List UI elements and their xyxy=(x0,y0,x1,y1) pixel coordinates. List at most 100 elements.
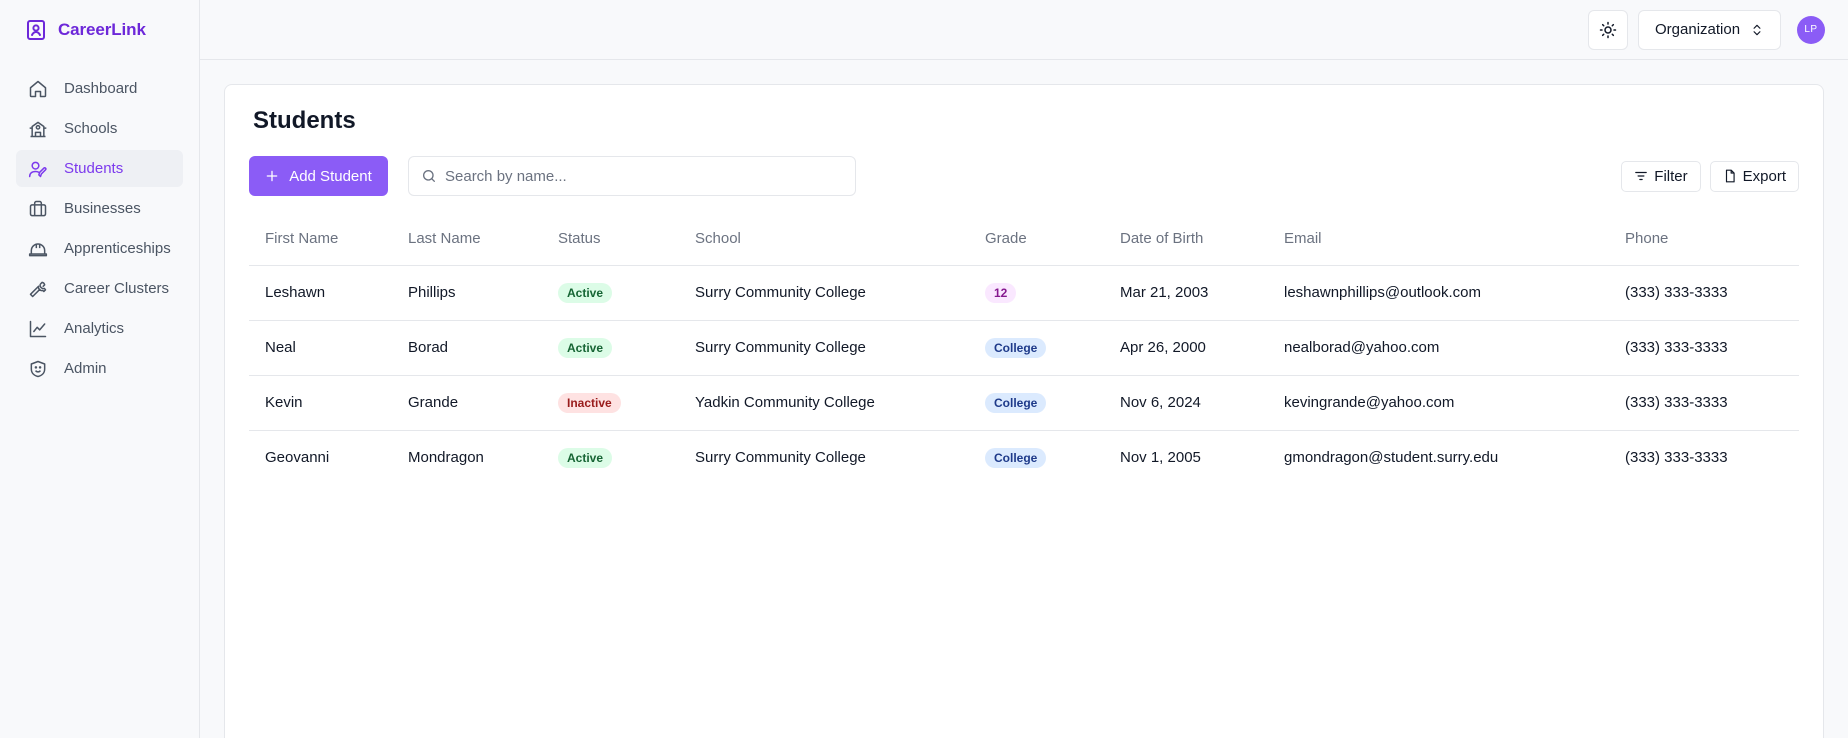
students-table: First Name Last Name Status School Grade… xyxy=(249,213,1799,485)
cell-last-name: Mondragon xyxy=(408,449,484,467)
sun-icon xyxy=(1599,21,1617,39)
column-header-first-name[interactable]: First Name xyxy=(249,213,392,266)
filter-button[interactable]: Filter xyxy=(1621,160,1701,192)
column-header-grade[interactable]: Grade xyxy=(969,213,1104,266)
briefcase-icon xyxy=(28,199,48,219)
column-header-date-of-birth[interactable]: Date of Birth xyxy=(1104,213,1268,266)
chart-line-icon xyxy=(28,319,48,339)
organization-selector[interactable]: Organization xyxy=(1638,9,1781,50)
sidebar: CareerLink Dashboard Schools Students Bu… xyxy=(0,0,200,738)
cell-dob: Apr 26, 2000 xyxy=(1104,320,1268,376)
cell-last-name: Borad xyxy=(392,320,542,376)
table-header-row: First Name Last Name Status School Grade… xyxy=(249,213,1799,266)
sidebar-item-career-clusters[interactable]: Career Clusters xyxy=(16,270,183,307)
column-header-phone[interactable]: Phone xyxy=(1609,213,1799,266)
sidebar-item-label: Admin xyxy=(64,360,107,377)
grade-badge: College xyxy=(985,447,1047,468)
status-badge: Active xyxy=(558,282,613,303)
table-row[interactable]: Geovanni Mondragon Active Surry Communit… xyxy=(249,430,1799,485)
status-badge: Inactive xyxy=(558,392,621,413)
cell-school: Surry Community College xyxy=(679,265,969,321)
file-icon xyxy=(1723,169,1737,183)
cell-last-name: Phillips xyxy=(392,265,542,321)
cell-first-name: Geovanni xyxy=(265,449,330,467)
table-row[interactable]: Kevin Grande Inactive Yadkin Community C… xyxy=(249,375,1799,431)
cell-dob: Nov 6, 2024 xyxy=(1104,375,1268,431)
export-button[interactable]: Export xyxy=(1709,160,1799,192)
cell-email: gmondragon@student.surry.edu xyxy=(1284,449,1499,467)
status-badge: Active xyxy=(558,447,613,468)
sidebar-item-students[interactable]: Students xyxy=(16,150,183,187)
content: Students Add Student Search by name... F… xyxy=(200,60,1848,738)
topbar: Organization LP xyxy=(200,0,1848,60)
export-label: Export xyxy=(1742,167,1786,185)
avatar[interactable]: LP xyxy=(1797,15,1825,44)
cell-first-name: Leshawn xyxy=(249,265,392,321)
cell-phone: (333) 333-3333 xyxy=(1609,265,1799,321)
sidebar-item-label: Analytics xyxy=(64,320,125,337)
cell-phone: (333) 333-3333 xyxy=(1609,375,1799,431)
table-row[interactable]: Leshawn Phillips Active Surry Community … xyxy=(249,265,1799,321)
student-icon xyxy=(28,159,48,179)
brand-name: CareerLink xyxy=(58,20,146,39)
column-header-email[interactable]: Email xyxy=(1268,213,1609,266)
grade-badge: College xyxy=(985,392,1047,413)
sidebar-item-label: Career Clusters xyxy=(64,280,170,297)
badge-icon xyxy=(26,19,46,41)
cell-school: Surry Community College xyxy=(679,320,969,376)
cell-first-name: Neal xyxy=(249,320,392,376)
hardhat-icon xyxy=(28,239,48,259)
sidebar-item-label: Students xyxy=(64,160,124,177)
sidebar-nav: Dashboard Schools Students Businesses Ap… xyxy=(0,60,199,387)
column-header-last-name[interactable]: Last Name xyxy=(392,213,542,266)
brand[interactable]: CareerLink xyxy=(0,0,199,60)
cell-dob: Nov 1, 2005 xyxy=(1120,449,1201,467)
toolbar: Add Student Filter xyxy=(249,155,1799,197)
sidebar-item-label: Apprenticeships xyxy=(64,240,171,257)
search-input[interactable] xyxy=(445,167,845,185)
add-student-label: Add Student xyxy=(289,167,372,185)
cell-dob: Mar 21, 2003 xyxy=(1104,265,1268,321)
plus-icon xyxy=(265,169,279,183)
status-badge: Active xyxy=(558,337,613,358)
sidebar-item-analytics[interactable]: Analytics xyxy=(16,310,183,347)
filter-label: Filter xyxy=(1654,167,1688,185)
sidebar-item-apprenticeships[interactable]: Apprenticeships xyxy=(16,230,183,267)
main: Organization LP Students Add Student Sea… xyxy=(200,0,1848,738)
page-title: Students xyxy=(253,107,356,134)
grade-badge: College xyxy=(985,337,1047,358)
cell-first-name: Kevin xyxy=(249,375,392,431)
app: CareerLink Dashboard Schools Students Bu… xyxy=(0,0,1848,738)
search-box xyxy=(408,156,856,196)
filter-icon xyxy=(1634,169,1648,183)
search-icon xyxy=(421,168,437,184)
organization-label: Organization xyxy=(1655,21,1741,38)
cell-last-name: Grande xyxy=(392,375,542,431)
cell-phone: (333) 333-3333 xyxy=(1609,320,1799,376)
home-icon xyxy=(28,79,48,99)
chevron-up-down-icon xyxy=(1750,23,1764,37)
cell-email: nealborad@yahoo.com xyxy=(1268,320,1609,376)
column-header-status[interactable]: Status xyxy=(542,213,679,266)
cell-school: Surry Community College xyxy=(695,449,866,467)
grade-badge: 12 xyxy=(985,282,1017,303)
sidebar-item-label: Dashboard xyxy=(64,80,138,97)
add-student-button[interactable]: Add Student xyxy=(249,156,388,196)
sidebar-item-admin[interactable]: Admin xyxy=(16,350,183,387)
school-icon xyxy=(28,119,48,139)
sidebar-item-dashboard[interactable]: Dashboard xyxy=(16,70,183,107)
wrench-icon xyxy=(28,279,48,299)
sidebar-item-schools[interactable]: Schools xyxy=(16,110,183,147)
cell-email: leshawnphillips@outlook.com xyxy=(1268,265,1609,321)
cell-phone: (333) 333-3333 xyxy=(1625,449,1728,467)
students-card: Students Add Student Search by name... F… xyxy=(224,84,1824,738)
table-row[interactable]: Neal Borad Active Surry Community Colleg… xyxy=(249,320,1799,376)
cell-school: Yadkin Community College xyxy=(679,375,969,431)
sidebar-item-label: Schools xyxy=(64,120,118,137)
sidebar-item-label: Businesses xyxy=(64,200,141,217)
column-header-school[interactable]: School xyxy=(679,213,969,266)
shield-icon xyxy=(28,359,48,379)
sidebar-item-businesses[interactable]: Businesses xyxy=(16,190,183,227)
theme-toggle-button[interactable] xyxy=(1588,9,1628,50)
cell-email: kevingrande@yahoo.com xyxy=(1268,375,1609,431)
